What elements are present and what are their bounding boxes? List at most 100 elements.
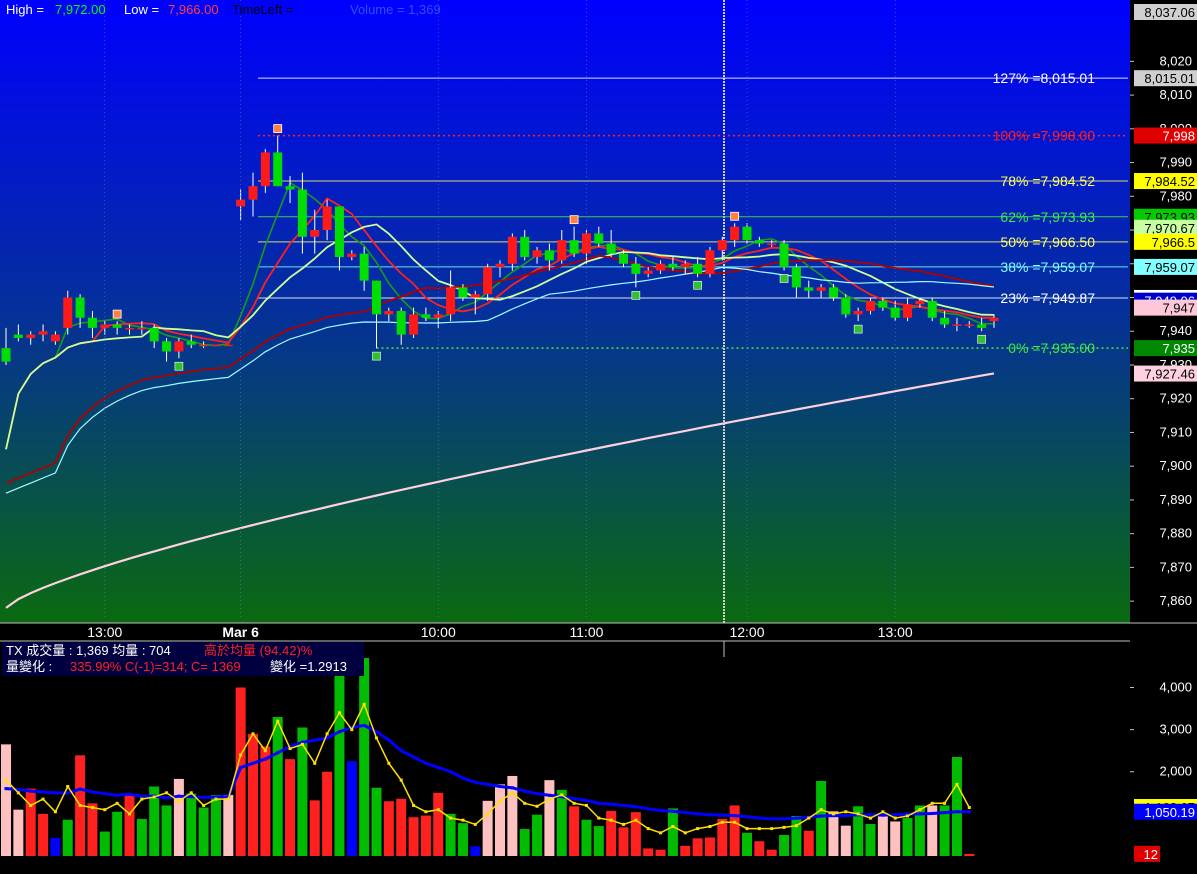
fib-label: 78% =7,984.52 (1000, 173, 1095, 189)
volume-ma-line-dot (794, 824, 798, 828)
volume-avg-line-dot (412, 755, 416, 759)
time-tick-label: 12:00 (729, 624, 764, 640)
volume-ma-line-dot (733, 820, 737, 824)
volume-ma-line-dot (572, 801, 576, 805)
candle-body (730, 226, 740, 241)
candle-body (38, 331, 48, 335)
candle-body (273, 152, 283, 187)
volume-avg-line-dot (523, 789, 527, 793)
volume-avg-line-dot (375, 730, 378, 734)
candle-body (63, 297, 73, 328)
candle-body (285, 186, 295, 190)
volume-header-line2-b: 335.99% C(-1)=314; C= 1369 (70, 659, 241, 674)
volume-ma-line-dot (226, 797, 230, 801)
fib-label: 62% =7,973.93 (1000, 209, 1095, 225)
volume-bar (742, 832, 752, 856)
candle-body (594, 233, 604, 244)
candle-body (1, 348, 11, 362)
volume-ma-line-dot (967, 806, 971, 810)
candle-body (396, 311, 406, 335)
candle-body (174, 341, 184, 352)
volume-bar (13, 809, 24, 856)
volume-avg-line-dot (313, 738, 317, 742)
volume-ma-line-dot (263, 749, 267, 753)
volume-bar (272, 716, 283, 856)
volume-ma-line-dot (535, 804, 539, 808)
volume-bar (198, 807, 209, 856)
time-tick-label: 10:00 (421, 624, 456, 640)
signal-marker-z (779, 274, 789, 283)
price-tick-label: 7,940 (1159, 323, 1192, 338)
volume-ma-line-dot (659, 831, 663, 835)
volume-avg-line-dot (140, 794, 144, 798)
candle-body (384, 311, 394, 315)
volume-bar (593, 826, 604, 856)
fib-label: 127% =8,015.01 (993, 70, 1096, 86)
price-tag-label: 7,935 (1162, 341, 1195, 356)
volume-ma-line-dot (757, 827, 761, 831)
candle-body (606, 243, 616, 254)
volume-bar (186, 793, 197, 856)
candle-body (631, 263, 641, 274)
candle-body (779, 243, 789, 268)
volume-avg-line-dot (770, 817, 774, 821)
volume-ma-line-dot (893, 816, 897, 820)
volume-ma-line-dot (547, 797, 551, 801)
volume-ma-line-dot (53, 810, 57, 814)
volume-bar (569, 806, 580, 856)
candle-body (211, 344, 221, 347)
volume-ma-line-dot (276, 719, 280, 723)
volume-ma-line-dot (313, 761, 317, 765)
volume-bar (359, 658, 370, 856)
signal-marker-z (977, 334, 986, 344)
volume-header-line1-a: TX 成交量 : 1,369 均量 : 704 (6, 643, 171, 658)
volume-avg-line-dot (572, 797, 576, 801)
volume-ma-line-dot (770, 827, 774, 831)
volume-ma-line-dot (66, 784, 70, 788)
volume-avg-line-dot (473, 780, 477, 784)
volume-bar (457, 823, 468, 856)
volume-ma-line-dot (362, 702, 366, 706)
volume-ma-line-dot (461, 818, 465, 822)
volume-ma-line-dot (782, 825, 786, 829)
volume-ma-line-dot (449, 816, 453, 820)
price-tag-label: 7,984.52 (1144, 174, 1195, 189)
volume-avg-line-dot (597, 801, 601, 805)
volume-ma-line-dot (510, 791, 514, 795)
candle-body (841, 297, 851, 315)
volume-bar (371, 787, 382, 856)
fib-label: 23% =7,949.87 (1000, 290, 1095, 306)
candle-body (372, 280, 381, 315)
candle-body (359, 253, 369, 281)
volume-avg-line-dot (424, 761, 428, 765)
price-tick-label: 7,900 (1159, 458, 1192, 473)
volume-avg-line-dot (708, 813, 712, 817)
candle-body (248, 186, 258, 200)
volume-avg-line-dot (251, 761, 255, 765)
volume-avg-line-dot (819, 814, 823, 818)
volume-bar (544, 780, 555, 856)
candle-body (977, 324, 987, 328)
candle-body (322, 206, 332, 231)
candle-body (446, 287, 456, 315)
volume-bar (309, 800, 320, 856)
volume-avg-line-dot (461, 776, 465, 780)
volume-bar (803, 830, 814, 856)
candle-body (149, 327, 159, 342)
volume-ma-line-dot (486, 812, 490, 816)
volume-ma-line-dot (819, 808, 823, 812)
volume-avg-line-dot (239, 766, 243, 770)
volume-ma-line-dot (337, 711, 341, 715)
volume-ma-line-dot (251, 732, 255, 736)
volume-bar (136, 818, 147, 856)
price-tick-label: 8,020 (1159, 53, 1192, 68)
candle-body (767, 243, 777, 246)
volume-avg-line-dot (547, 793, 551, 797)
volume-bar (87, 803, 98, 856)
volume-bar (618, 827, 629, 856)
candle-body (162, 341, 172, 352)
volume-avg-line-dot (4, 787, 8, 791)
candle-body (717, 240, 727, 251)
volume-avg-line-dot (622, 803, 625, 807)
volume-ma-line-dot (165, 791, 169, 795)
